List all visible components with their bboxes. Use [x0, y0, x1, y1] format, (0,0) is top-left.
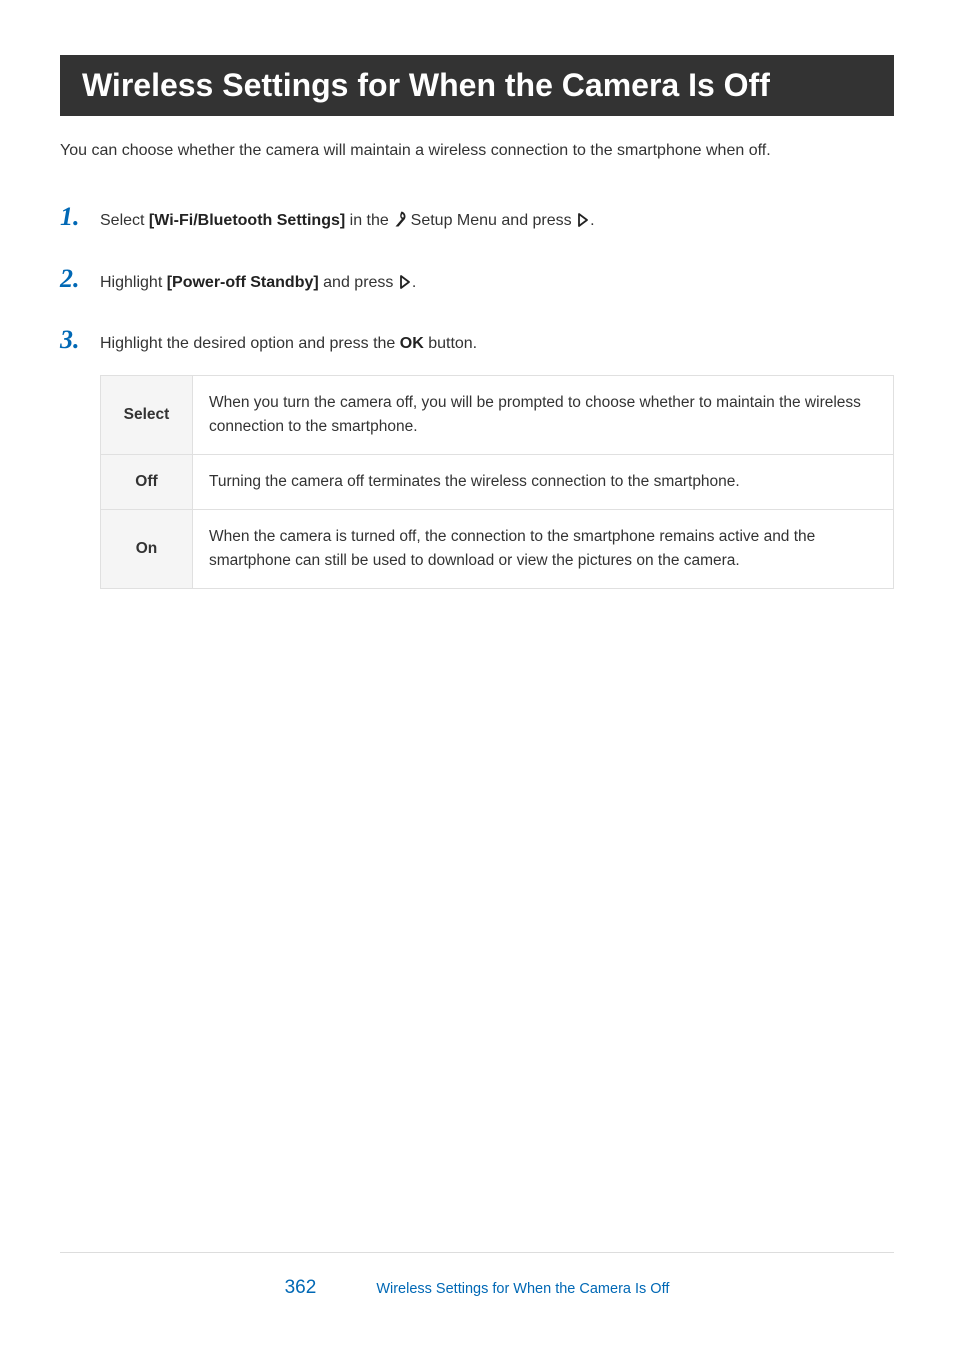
option-description: When you turn the camera off, you will b…	[193, 375, 894, 454]
options-table: Select When you turn the camera off, you…	[100, 375, 894, 589]
page-title: Wireless Settings for When the Camera Is…	[60, 55, 894, 116]
steps-list: 1. Select [Wi-Fi/Bluetooth Settings] in …	[60, 204, 894, 589]
text-fragment: and press	[319, 274, 398, 291]
wrench-icon	[393, 211, 406, 227]
table-row: On When the camera is turned off, the co…	[101, 509, 894, 588]
step-number: 1.	[60, 204, 100, 230]
right-arrow-icon	[576, 213, 590, 227]
option-label: Select	[101, 375, 193, 454]
footer-section-label: Wireless Settings for When the Camera Is…	[376, 1281, 669, 1297]
text-fragment: in the	[345, 212, 393, 229]
table-row: Off Turning the camera off terminates th…	[101, 454, 894, 509]
table-row: Select When you turn the camera off, you…	[101, 375, 894, 454]
option-label: On	[101, 509, 193, 588]
step-text: Highlight the desired option and press t…	[100, 331, 894, 589]
step-number: 3.	[60, 327, 100, 353]
text-fragment: .	[590, 212, 594, 229]
text-fragment: button.	[424, 335, 477, 352]
step-2: 2. Highlight [Power-off Standby] and pre…	[60, 266, 894, 296]
option-description: When the camera is turned off, the conne…	[193, 509, 894, 588]
option-description: Turning the camera off terminates the wi…	[193, 454, 894, 509]
text-fragment: Select	[100, 212, 149, 229]
text-fragment: Highlight the desired option and press t…	[100, 335, 400, 352]
step-text: Select [Wi-Fi/Bluetooth Settings] in the…	[100, 208, 894, 234]
text-fragment: Setup Menu and press	[406, 212, 576, 229]
option-label: Off	[101, 454, 193, 509]
step-1: 1. Select [Wi-Fi/Bluetooth Settings] in …	[60, 204, 894, 234]
page-footer: 362 Wireless Settings for When the Camer…	[60, 1252, 894, 1299]
intro-text: You can choose whether the camera will m…	[60, 142, 894, 160]
text-fragment: Highlight	[100, 274, 167, 291]
menu-item-label: [Wi-Fi/Bluetooth Settings]	[149, 212, 345, 229]
step-3: 3. Highlight the desired option and pres…	[60, 327, 894, 589]
menu-item-label: [Power-off Standby]	[167, 274, 319, 291]
step-text: Highlight [Power-off Standby] and press …	[100, 270, 894, 296]
right-arrow-icon	[398, 275, 412, 289]
step-number: 2.	[60, 266, 100, 292]
page-number: 362	[285, 1277, 317, 1299]
button-name: OK	[400, 335, 424, 352]
text-fragment: .	[412, 274, 416, 291]
